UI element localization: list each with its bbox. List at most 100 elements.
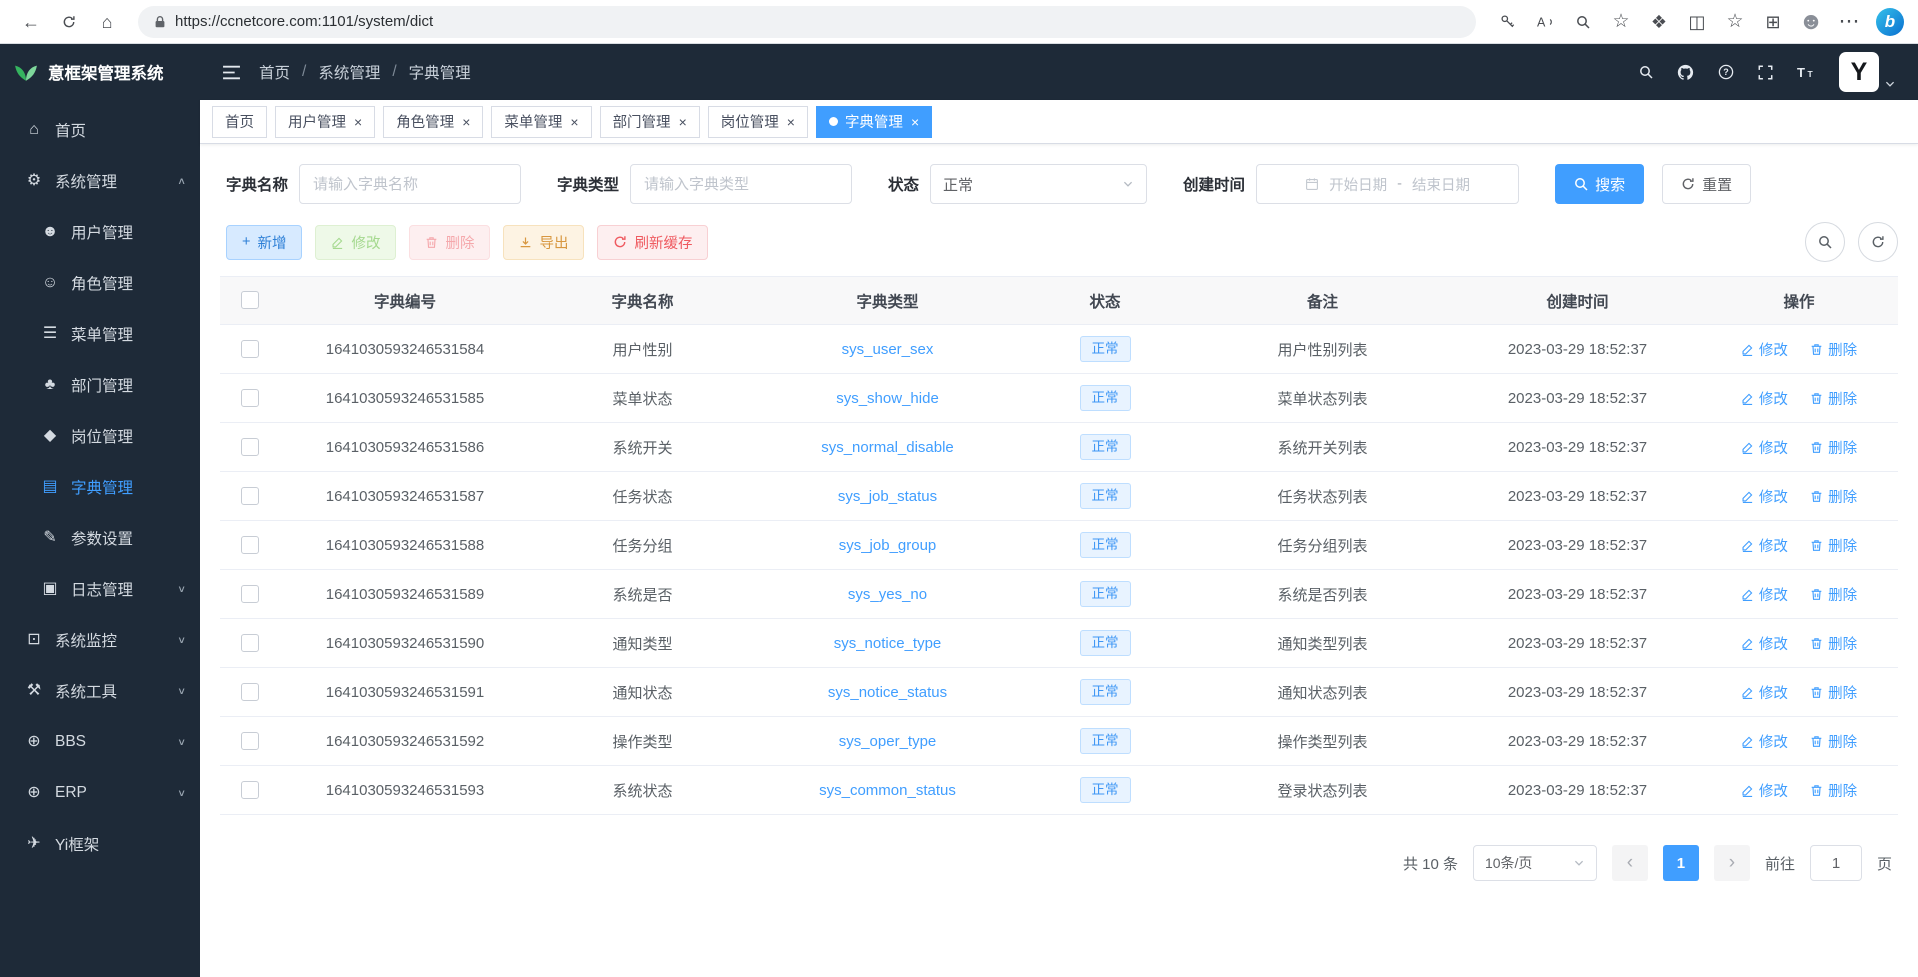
search-button[interactable]: 搜索 xyxy=(1555,164,1644,204)
dict-type-link[interactable]: sys_normal_disable xyxy=(821,439,954,456)
search-icon[interactable] xyxy=(1639,65,1653,79)
fullscreen-icon[interactable] xyxy=(1758,65,1773,80)
extensions-icon[interactable]: ❖ xyxy=(1642,5,1676,39)
edit-button[interactable]: 修改 xyxy=(315,225,396,260)
read-aloud-icon[interactable]: A xyxy=(1528,5,1562,39)
key-icon[interactable] xyxy=(1490,5,1524,39)
breadcrumb-item[interactable]: 字典管理 xyxy=(409,61,471,83)
delete-row-button[interactable]: 删除 xyxy=(1810,584,1857,605)
home-icon[interactable]: ⌂ xyxy=(90,5,124,39)
sidebar-item-param-settings[interactable]: ✎ 参数设置 xyxy=(0,512,200,563)
dict-type-link[interactable]: sys_oper_type xyxy=(839,733,937,750)
refresh-icon[interactable] xyxy=(52,5,86,39)
dict-type-input[interactable] xyxy=(630,164,852,204)
row-checkbox[interactable] xyxy=(241,732,259,750)
favorites-bar-icon[interactable]: ☆ xyxy=(1718,5,1752,39)
delete-row-button[interactable]: 删除 xyxy=(1810,535,1857,556)
sidebar-item-yi-framework[interactable]: ✈ Yi框架 xyxy=(0,818,200,869)
goto-page-input[interactable] xyxy=(1810,845,1862,881)
sidebar-toggle-icon[interactable] xyxy=(222,65,241,80)
tab-role-mgmt[interactable]: 角色管理 × xyxy=(383,106,483,138)
refresh-cache-button[interactable]: 刷新缓存 xyxy=(597,225,708,260)
dict-type-link[interactable]: sys_job_group xyxy=(839,537,937,554)
more-icon[interactable]: ⋯ xyxy=(1832,5,1866,39)
bing-chat-icon[interactable]: b xyxy=(1876,8,1904,36)
sidebar-item-user-mgmt[interactable]: ☻ 用户管理 xyxy=(0,206,200,257)
row-checkbox[interactable] xyxy=(241,438,259,456)
dict-type-link[interactable]: sys_common_status xyxy=(819,782,956,799)
question-icon[interactable]: ? xyxy=(1718,64,1734,80)
edit-row-button[interactable]: 修改 xyxy=(1741,535,1788,556)
sidebar-item-dict-mgmt[interactable]: ▤ 字典管理 xyxy=(0,461,200,512)
collections-icon[interactable]: ⊞ xyxy=(1756,5,1790,39)
user-menu[interactable]: Y xyxy=(1839,52,1896,92)
row-checkbox[interactable] xyxy=(241,781,259,799)
dict-type-link[interactable]: sys_show_hide xyxy=(836,390,939,407)
sidebar-item-post-mgmt[interactable]: ◆ 岗位管理 xyxy=(0,410,200,461)
dict-type-link[interactable]: sys_notice_status xyxy=(828,684,947,701)
row-checkbox[interactable] xyxy=(241,536,259,554)
edit-row-button[interactable]: 修改 xyxy=(1741,486,1788,507)
tab-menu-mgmt[interactable]: 菜单管理 × xyxy=(491,106,591,138)
delete-row-button[interactable]: 删除 xyxy=(1810,682,1857,703)
next-page-button[interactable]: › xyxy=(1714,845,1750,881)
edit-row-button[interactable]: 修改 xyxy=(1741,780,1788,801)
close-tab-icon[interactable]: × xyxy=(911,114,919,130)
reset-button[interactable]: 重置 xyxy=(1662,164,1751,204)
page-size-select[interactable]: 10条/页 xyxy=(1473,845,1597,881)
sidebar-item-system-tools[interactable]: ⚒ 系统工具 ∨ xyxy=(0,665,200,716)
sidebar-item-erp[interactable]: ⊕ ERP ∨ xyxy=(0,767,200,818)
row-checkbox[interactable] xyxy=(241,389,259,407)
close-tab-icon[interactable]: × xyxy=(787,114,795,130)
dict-type-link[interactable]: sys_user_sex xyxy=(842,341,934,358)
edit-row-button[interactable]: 修改 xyxy=(1741,388,1788,409)
sidebar-item-system-mgmt[interactable]: ⚙ 系统管理 ∧ xyxy=(0,155,200,206)
github-icon[interactable] xyxy=(1677,64,1694,81)
show-search-button[interactable] xyxy=(1805,222,1845,262)
sidebar-item-log-mgmt[interactable]: ▣ 日志管理 ∨ xyxy=(0,563,200,614)
sidebar-item-bbs[interactable]: ⊕ BBS ∨ xyxy=(0,716,200,767)
date-range-picker[interactable]: 开始日期 - 结束日期 xyxy=(1256,164,1519,204)
row-checkbox[interactable] xyxy=(241,340,259,358)
tab-user-mgmt[interactable]: 用户管理 × xyxy=(275,106,375,138)
sidebar-item-home[interactable]: ⌂ 首页 xyxy=(0,104,200,155)
select-all-checkbox[interactable] xyxy=(241,291,259,309)
dict-name-input[interactable] xyxy=(299,164,521,204)
delete-row-button[interactable]: 删除 xyxy=(1810,633,1857,654)
sidebar-item-role-mgmt[interactable]: ☺ 角色管理 xyxy=(0,257,200,308)
row-checkbox[interactable] xyxy=(241,683,259,701)
dict-type-link[interactable]: sys_job_status xyxy=(838,488,937,505)
edit-row-button[interactable]: 修改 xyxy=(1741,682,1788,703)
close-tab-icon[interactable]: × xyxy=(462,114,470,130)
delete-row-button[interactable]: 删除 xyxy=(1810,388,1857,409)
url-bar[interactable]: https://ccnetcore.com:1101/system/dict xyxy=(138,6,1476,38)
tab-post-mgmt[interactable]: 岗位管理 × xyxy=(708,106,808,138)
delete-button[interactable]: 删除 xyxy=(409,225,490,260)
close-tab-icon[interactable]: × xyxy=(679,114,687,130)
delete-row-button[interactable]: 删除 xyxy=(1810,486,1857,507)
export-button[interactable]: 导出 xyxy=(503,225,584,260)
breadcrumb-item[interactable]: 系统管理 xyxy=(318,61,380,83)
breadcrumb-item[interactable]: 首页 xyxy=(259,61,290,83)
zoom-icon[interactable] xyxy=(1566,5,1600,39)
user-logo-avatar[interactable]: Y xyxy=(1839,52,1879,92)
edit-row-button[interactable]: 修改 xyxy=(1741,437,1788,458)
add-button[interactable]: + 新增 xyxy=(226,225,302,260)
dict-type-link[interactable]: sys_yes_no xyxy=(848,586,927,603)
back-icon[interactable]: ← xyxy=(14,5,48,39)
edit-row-button[interactable]: 修改 xyxy=(1741,731,1788,752)
tab-home[interactable]: 首页 xyxy=(212,106,267,138)
status-select[interactable]: 正常 xyxy=(930,164,1147,204)
delete-row-button[interactable]: 删除 xyxy=(1810,339,1857,360)
favorite-add-icon[interactable]: ☆ xyxy=(1604,5,1638,39)
profile-avatar-icon[interactable]: ☻ xyxy=(1794,5,1828,39)
dict-type-link[interactable]: sys_notice_type xyxy=(834,635,942,652)
tab-dict-mgmt[interactable]: 字典管理 × xyxy=(816,106,932,138)
current-page-button[interactable]: 1 xyxy=(1663,845,1699,881)
delete-row-button[interactable]: 删除 xyxy=(1810,437,1857,458)
delete-row-button[interactable]: 删除 xyxy=(1810,731,1857,752)
row-checkbox[interactable] xyxy=(241,487,259,505)
delete-row-button[interactable]: 删除 xyxy=(1810,780,1857,801)
sidebar-item-dept-mgmt[interactable]: ♣ 部门管理 xyxy=(0,359,200,410)
refresh-table-button[interactable] xyxy=(1858,222,1898,262)
